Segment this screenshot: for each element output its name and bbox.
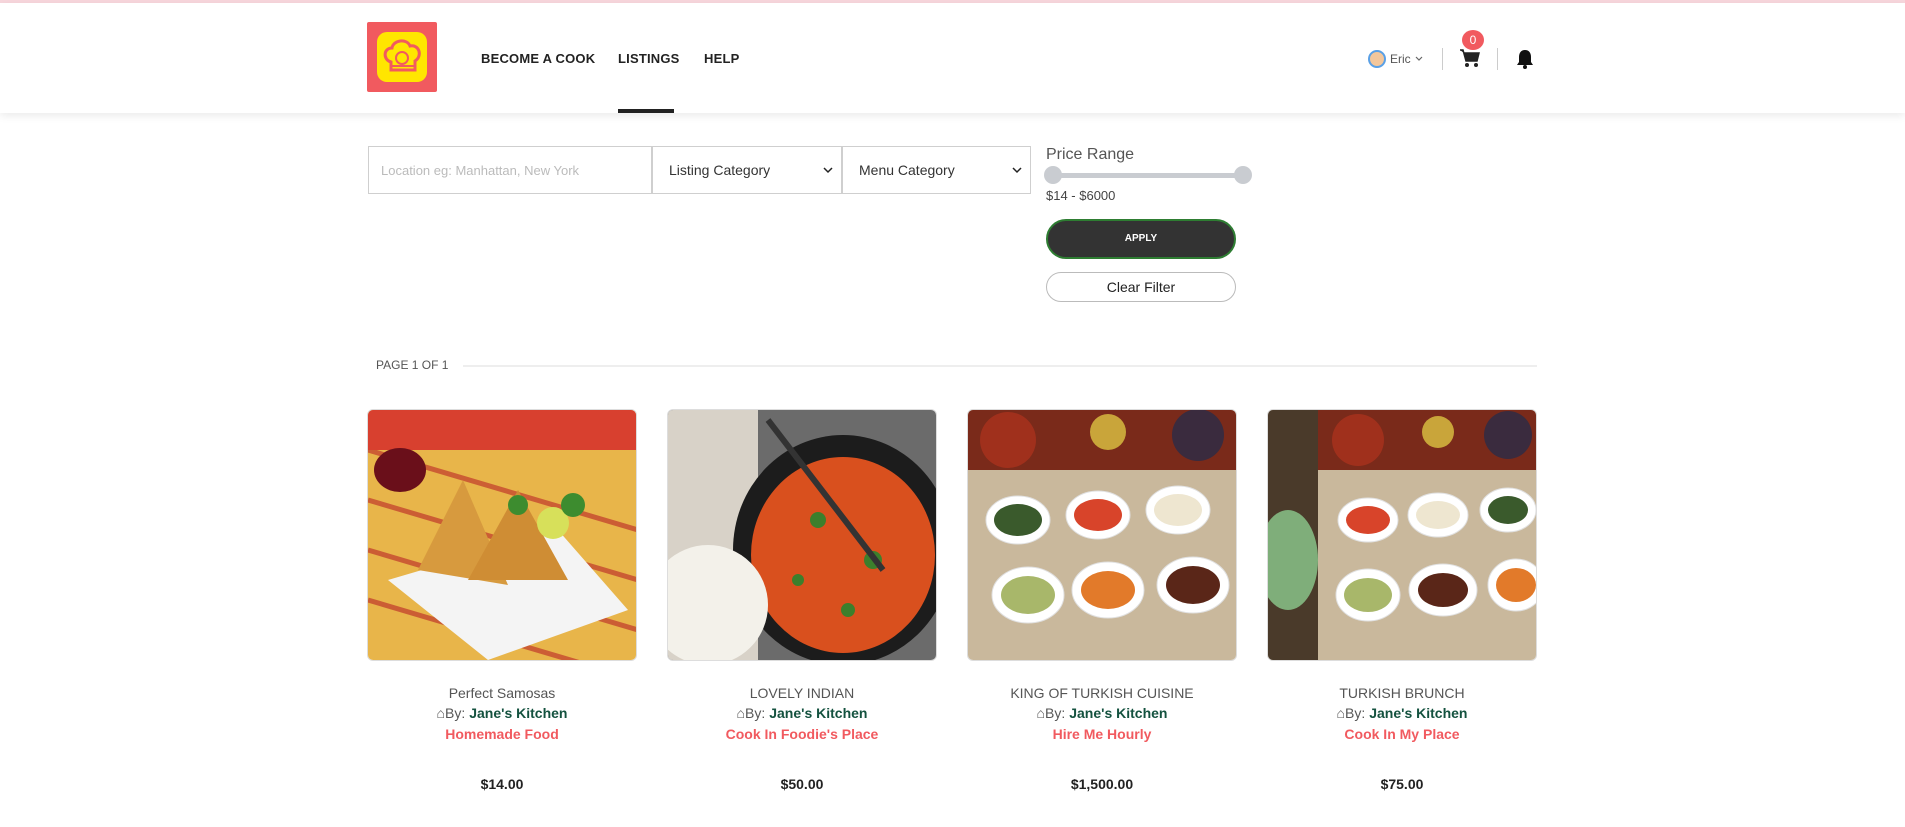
cart-count-badge: 0 <box>1462 30 1484 50</box>
by-label: By: <box>1044 705 1066 721</box>
listing-category-value: Listing Category <box>669 162 771 178</box>
listing-title[interactable]: KING OF TURKISH CUISINE <box>967 685 1237 701</box>
price-slider-track[interactable] <box>1053 173 1243 178</box>
chevron-down-icon <box>823 166 833 173</box>
active-nav-indicator <box>618 109 674 113</box>
home-icon: ⌂ <box>1336 705 1345 721</box>
site-header: BECOME A COOK LISTINGS HELP Eric 0 <box>0 3 1905 113</box>
bell-icon[interactable] <box>1516 49 1534 74</box>
nav-become-a-cook[interactable]: BECOME A COOK <box>481 51 595 66</box>
listing-card[interactable]: KING OF TURKISH CUISINE ⌂By: Jane's Kitch… <box>967 409 1237 792</box>
listing-card[interactable]: Perfect Samosas ⌂By: Jane's Kitchen Homem… <box>367 409 637 792</box>
listing-price: $50.00 <box>780 776 824 792</box>
header-divider <box>1497 48 1498 70</box>
cart-icon[interactable] <box>1459 48 1481 73</box>
listing-price: $1,500.00 <box>1070 776 1134 792</box>
listing-image-indian[interactable] <box>667 409 937 661</box>
location-input[interactable] <box>368 146 652 194</box>
price-range-value: $14 - $6000 <box>1046 188 1116 203</box>
listing-price: $75.00 <box>1380 776 1424 792</box>
listing-image-samosas[interactable] <box>367 409 637 661</box>
chevron-down-icon <box>1415 56 1423 61</box>
listing-price: $14.00 <box>480 776 524 792</box>
home-icon: ⌂ <box>436 705 445 721</box>
listing-card[interactable]: LOVELY INDIAN ⌂By: Jane's Kitchen Cook In… <box>667 409 937 792</box>
apply-button[interactable]: APPLY <box>1046 219 1236 259</box>
listing-card[interactable]: TURKISH BRUNCH ⌂By: Jane's Kitchen Cook I… <box>1267 409 1537 792</box>
chevron-down-icon <box>1012 166 1022 173</box>
listing-image-turkish[interactable] <box>967 409 1237 661</box>
avatar <box>1368 50 1386 68</box>
by-label: By: <box>1344 705 1366 721</box>
home-icon: ⌂ <box>736 705 745 721</box>
listing-author: ⌂By: Jane's Kitchen <box>967 705 1237 721</box>
kitchen-link[interactable]: Jane's Kitchen <box>469 705 567 721</box>
listing-title[interactable]: TURKISH BRUNCH <box>1267 685 1537 701</box>
listing-title[interactable]: LOVELY INDIAN <box>667 685 937 701</box>
price-slider-max-handle[interactable] <box>1234 166 1252 184</box>
kitchen-link[interactable]: Jane's Kitchen <box>1369 705 1467 721</box>
listing-category: Cook In Foodie's Place <box>725 726 879 742</box>
user-name: Eric <box>1390 52 1411 66</box>
page-indicator: PAGE 1 OF 1 <box>376 358 449 372</box>
header-divider <box>1442 48 1443 70</box>
listing-author: ⌂By: Jane's Kitchen <box>367 705 637 721</box>
home-icon: ⌂ <box>1036 705 1045 721</box>
clear-filter-button[interactable]: Clear Filter <box>1046 272 1236 302</box>
price-range-title: Price Range <box>1046 146 1135 163</box>
listing-category-select[interactable]: Listing Category <box>652 146 842 194</box>
divider <box>463 365 1537 367</box>
kitchen-link[interactable]: Jane's Kitchen <box>769 705 867 721</box>
site-logo[interactable] <box>367 22 437 92</box>
user-menu[interactable]: Eric <box>1368 50 1423 68</box>
nav-listings[interactable]: LISTINGS <box>618 51 680 66</box>
listing-author: ⌂By: Jane's Kitchen <box>1267 705 1537 721</box>
nav-help[interactable]: HELP <box>704 51 739 66</box>
listing-category: Homemade Food <box>445 726 559 742</box>
listing-category: Hire Me Hourly <box>1052 726 1152 742</box>
listing-category: Cook In My Place <box>1344 726 1460 742</box>
listing-title[interactable]: Perfect Samosas <box>367 685 637 701</box>
listing-author: ⌂By: Jane's Kitchen <box>667 705 937 721</box>
chef-hat-icon <box>377 32 427 82</box>
listing-image-turkish-brunch[interactable] <box>1267 409 1537 661</box>
by-label: By: <box>444 705 466 721</box>
menu-category-select[interactable]: Menu Category <box>842 146 1031 194</box>
by-label: By: <box>744 705 766 721</box>
price-slider-min-handle[interactable] <box>1044 166 1062 184</box>
kitchen-link[interactable]: Jane's Kitchen <box>1069 705 1167 721</box>
menu-category-value: Menu Category <box>859 162 955 178</box>
